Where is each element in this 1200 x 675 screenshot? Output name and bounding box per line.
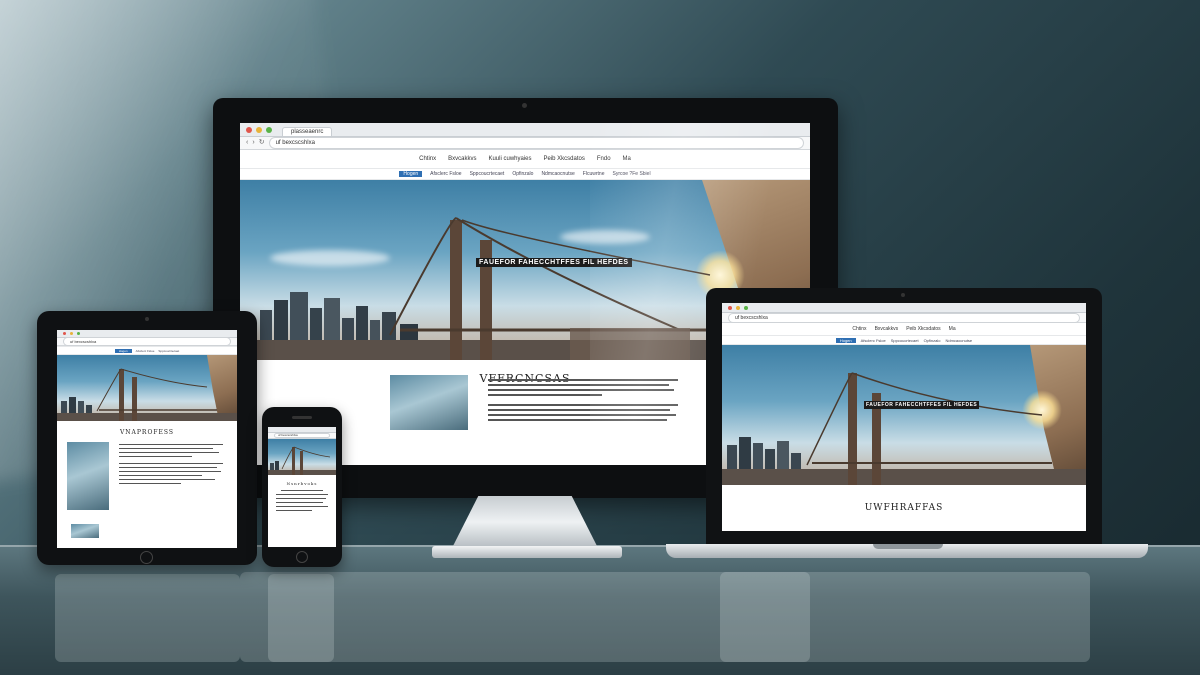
browser-titlebar <box>722 303 1086 313</box>
home-button-icon[interactable] <box>140 551 153 564</box>
subnav-link[interactable]: Afsclerc Fsloe <box>136 349 155 353</box>
nav-link[interactable]: Ma <box>949 326 956 332</box>
subnav-link[interactable]: Afsclerc Fsloe <box>861 338 886 343</box>
subnav-link[interactable]: Sppcoucrtecaet <box>158 349 179 353</box>
phone-screen: uf bexcscshlxa Nsnrbvoks <box>268 427 336 547</box>
browser-minimize-dot-icon[interactable] <box>70 332 73 335</box>
browser-address-row: ‹ › ↻ uf bexcscshlxa <box>240 137 810 150</box>
phone-reflection <box>268 574 334 662</box>
website: Hogen Afsclerc Fsloe Sppcoucrtecaet VNAP… <box>57 346 237 548</box>
subnav-link[interactable]: Sppcoucrtecaet <box>470 171 505 177</box>
hero-image <box>57 355 237 421</box>
nav-link[interactable]: Ma <box>623 156 631 162</box>
browser-minimize-dot-icon[interactable] <box>256 126 262 133</box>
site-nav: Chtinx Bxvcakkvs Peib Xkcsdatos Ma <box>722 323 1086 335</box>
hero-headline: FAUEFOR FAHECCHTFFES FIL HEFDES <box>864 401 980 409</box>
content-title: VNAPROFESS <box>119 429 175 436</box>
website: Chtinx Bxvcakkvs Peib Xkcsdatos Ma Hogen… <box>722 323 1086 531</box>
browser-close-dot-icon[interactable] <box>63 332 66 335</box>
address-bar[interactable]: uf bexcscshlxa <box>268 137 804 149</box>
site-subnav: Hogen Afsclerc Fsloe Sppcoucrtecaet <box>57 346 237 355</box>
home-button-icon[interactable] <box>296 551 308 563</box>
article-text <box>119 444 223 487</box>
laptop-lid: uf bexcscshlxa Chtinx Bxvcakkvs Peib Xkc… <box>706 288 1102 546</box>
subnav-link[interactable]: Flcuwrtne <box>583 171 605 177</box>
hero-headline: FAUEFOR FAHECCHTFFES FIL HEFDES <box>476 258 632 267</box>
subnav-link-active[interactable]: Hogen <box>835 337 856 343</box>
nav-link[interactable]: Fndo <box>597 156 611 162</box>
nav-link[interactable]: Kuuli cuwhyaies <box>488 156 531 162</box>
subnav-link[interactable]: Opfinzalo <box>512 171 533 177</box>
article-text <box>488 379 678 424</box>
camera-icon <box>522 103 527 108</box>
nav-link[interactable]: Chtinx <box>419 156 436 162</box>
reload-icon[interactable]: ↻ <box>259 139 265 147</box>
browser-close-dot-icon[interactable] <box>246 126 252 133</box>
forward-arrow-icon[interactable]: › <box>252 139 254 147</box>
address-bar[interactable]: uf bexcscshlxa <box>63 337 231 346</box>
article-thumbnail <box>390 375 468 430</box>
smartphone: uf bexcscshlxa Nsnrbvoks <box>262 407 342 567</box>
subnav-link[interactable]: Opfinzalo <box>924 338 941 343</box>
address-bar[interactable]: uf bexcscshlxa <box>728 312 1080 323</box>
content-title: UWFHRAFFAS <box>864 503 944 513</box>
tablet-reflection <box>55 574 240 662</box>
camera-icon <box>145 317 149 321</box>
article-thumbnail-secondary <box>71 524 99 538</box>
browser-address-row: uf bexcscshlxa <box>722 312 1086 323</box>
address-bar[interactable]: uf bexcscshlxa <box>274 433 330 438</box>
website: Nsnrbvoks <box>268 439 336 547</box>
hero-image <box>268 439 336 475</box>
nav-link[interactable]: Chtinx <box>852 326 866 332</box>
browser-close-dot-icon[interactable] <box>728 305 732 310</box>
bridge-skyline-illustration <box>268 446 336 475</box>
subnav-link[interactable]: Syrcoe ?Fe Sbiel <box>612 171 650 177</box>
subnav-link[interactable]: Ndmcaocnutse <box>541 171 574 177</box>
article-text <box>268 486 336 518</box>
camera-icon <box>901 293 905 297</box>
hero-image: FAUEFOR FAHECCHTFFES FIL HEFDES <box>722 345 1086 485</box>
laptop-notch <box>873 544 943 549</box>
nav-link[interactable]: Peib Xkcsdatos <box>544 156 585 162</box>
laptop-reflection <box>720 572 1090 662</box>
subnav-link[interactable]: Sppcoucrtecaet <box>891 338 919 343</box>
tablet-screen: uf bexcscshlxa Hogen Afsclerc Fsloe Sppc… <box>57 330 237 548</box>
browser-tab[interactable]: plasseaenrc <box>282 127 333 136</box>
site-subnav: Hogen Afsclerc Fsloe Sppcoucrtecaet Opfi… <box>722 335 1086 345</box>
nav-link[interactable]: Bxvcakkvs <box>448 156 476 162</box>
browser-titlebar: plasseaenrc <box>240 123 810 137</box>
monitor-stand-foot <box>432 546 622 558</box>
article-thumbnail <box>67 442 109 510</box>
subnav-link[interactable]: Afsclerc Fsloe <box>430 171 461 177</box>
browser-maximize-dot-icon[interactable] <box>77 332 80 335</box>
browser-maximize-dot-icon[interactable] <box>266 126 272 133</box>
site-nav: Chtinx Bxvcakkvs Kuuli cuwhyaies Peib Xk… <box>240 150 810 168</box>
browser-maximize-dot-icon[interactable] <box>744 305 748 310</box>
back-arrow-icon[interactable]: ‹ <box>246 139 248 147</box>
bridge-skyline-illustration <box>57 368 237 421</box>
browser-address-row: uf bexcscshlxa <box>57 337 237 346</box>
laptop-screen: uf bexcscshlxa Chtinx Bxvcakkvs Peib Xkc… <box>722 303 1086 531</box>
nav-link[interactable]: Peib Xkcsdatos <box>906 326 940 332</box>
subnav-link[interactable]: Ndmcaocnutse <box>945 338 972 343</box>
browser-minimize-dot-icon[interactable] <box>736 305 740 310</box>
nav-link[interactable]: Bxvcakkvs <box>875 326 899 332</box>
subnav-link-active[interactable]: Hogen <box>114 348 132 353</box>
subnav-link-active[interactable]: Hogen <box>399 171 423 177</box>
site-subnav: Hogen Afsclerc Fsloe Sppcoucrtecaet Opfi… <box>240 168 810 180</box>
bridge-skyline-illustration <box>722 372 1086 485</box>
phone-speaker <box>292 416 312 419</box>
tablet: uf bexcscshlxa Hogen Afsclerc Fsloe Sppc… <box>37 311 257 565</box>
monitor-stand-neck <box>452 496 598 548</box>
